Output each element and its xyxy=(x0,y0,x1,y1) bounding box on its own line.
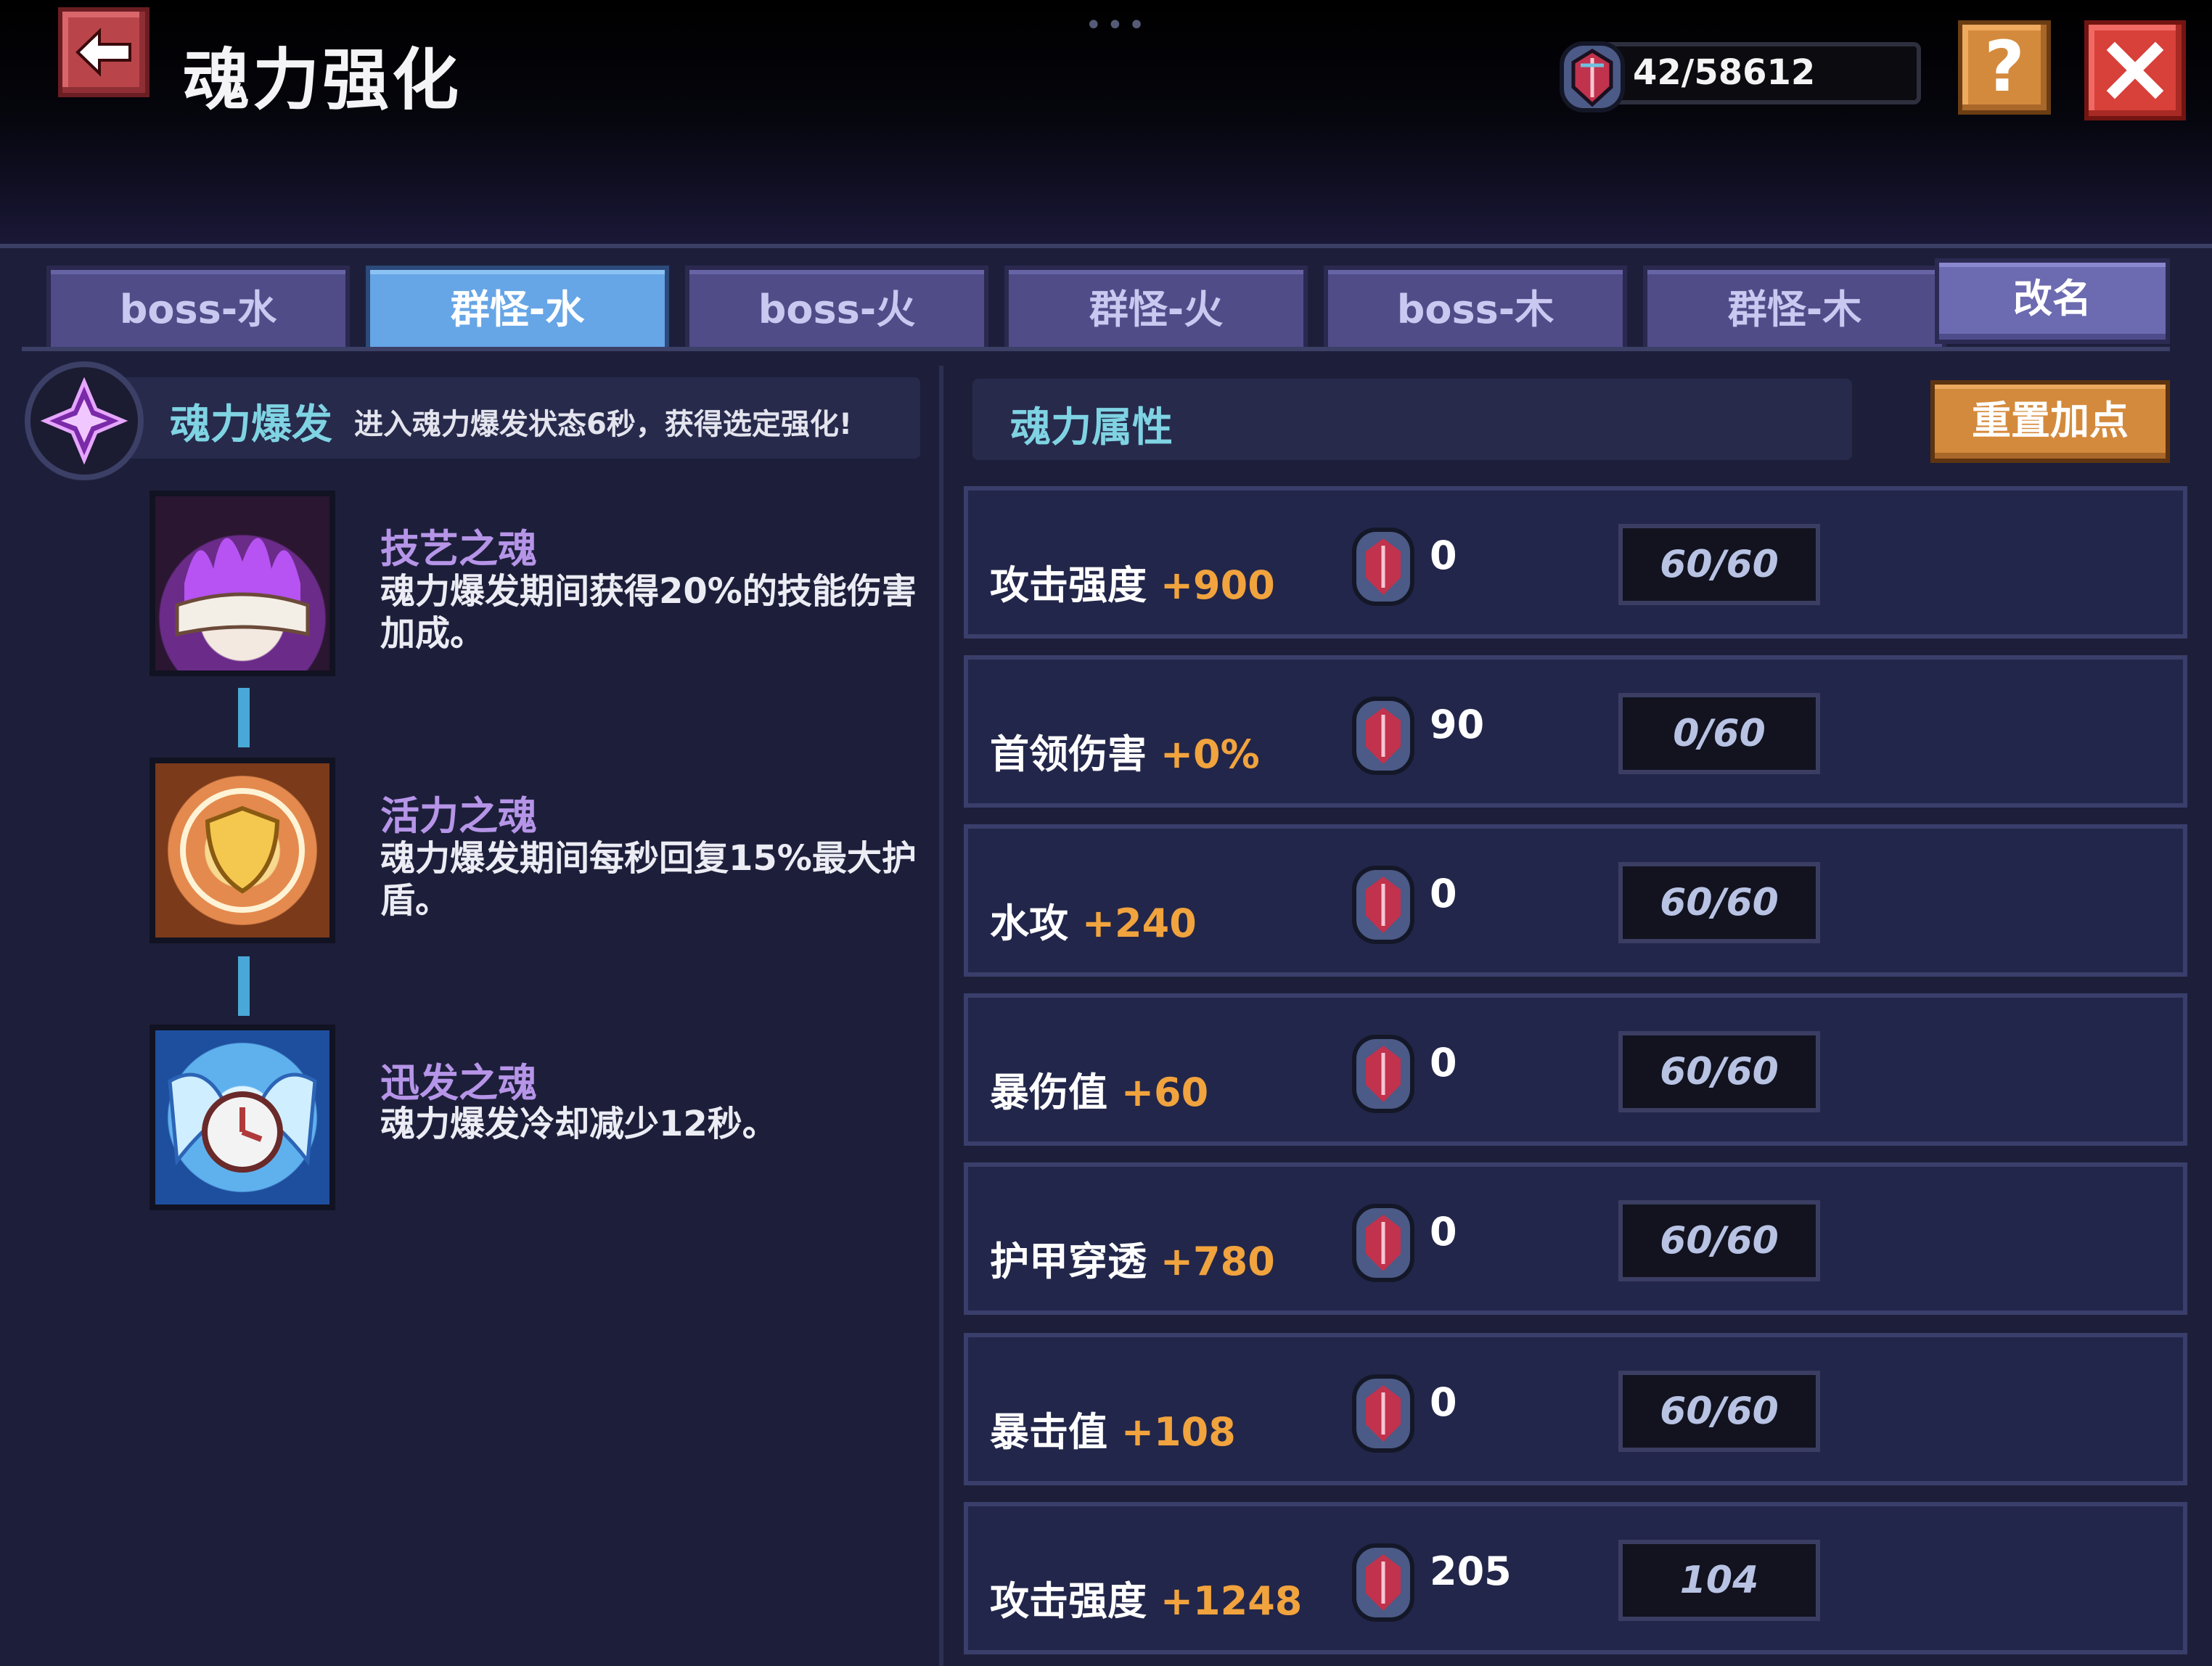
close-icon xyxy=(2106,41,2164,99)
tab-boss-wood[interactable]: boss-木 xyxy=(1324,266,1627,350)
tab-boss-water[interactable]: boss-水 xyxy=(46,266,350,350)
help-button[interactable]: ? xyxy=(1958,20,2051,115)
attribute-name: 水攻 +240 xyxy=(990,891,1197,948)
attribute-cost: 0 xyxy=(1430,533,1457,578)
attribute-cost: 0 xyxy=(1430,1379,1457,1425)
attribute-bonus: +780 xyxy=(1160,1239,1275,1284)
attribute-name: 护甲穿透 +780 xyxy=(990,1229,1275,1287)
attribute-row: 护甲穿透 +780 0 60/60 xyxy=(964,1162,2187,1315)
attribute-cost: 0 xyxy=(1430,1209,1457,1255)
attribute-row: 暴伤值 +60 0 60/60 xyxy=(964,993,2187,1146)
attribute-level-button[interactable]: 60/60 xyxy=(1618,1200,1820,1281)
soul-currency-value: 42/58612 xyxy=(1633,52,1816,93)
soul-burst-icon xyxy=(25,361,144,480)
attribute-level-button[interactable]: 60/60 xyxy=(1618,1371,1820,1452)
attribute-level-button[interactable]: 60/60 xyxy=(1618,524,1820,605)
soul-gem-icon xyxy=(1352,528,1414,606)
soul-name: 技艺之魂 xyxy=(380,526,537,572)
attribute-bonus: +240 xyxy=(1081,900,1197,946)
attribute-cost: 90 xyxy=(1430,702,1485,747)
close-button[interactable] xyxy=(2084,20,2186,120)
attribute-name: 暴伤值 +60 xyxy=(990,1060,1208,1117)
attribute-row: 暴击值 +108 0 60/60 xyxy=(964,1333,2187,1485)
soul-description: 魂力爆发冷却减少12秒。 xyxy=(380,1104,777,1144)
purple-flame-icon xyxy=(175,538,310,637)
reset-points-button[interactable]: 重置加点 xyxy=(1930,380,2170,463)
arrow-left-icon xyxy=(75,28,131,77)
page-title: 魂力强化 xyxy=(183,41,462,119)
top-bar-divider xyxy=(0,244,2212,248)
soul-burst-title: 魂力爆发 xyxy=(170,401,332,448)
attribute-row: 攻击强度 +900 0 60/60 xyxy=(964,486,2187,639)
attribute-row: 首领伤害 +0% 90 0/60 xyxy=(964,655,2187,808)
attribute-row: 水攻 +240 0 60/60 xyxy=(964,824,2187,977)
soul-gem-icon xyxy=(1352,1374,1414,1453)
soul-connector xyxy=(238,956,250,1016)
attribute-bonus: +0% xyxy=(1160,731,1260,777)
tab-mobs-water[interactable]: 群怪-水 xyxy=(366,266,669,350)
soul-description: 魂力爆发期间每秒回复15%最大护盾。 xyxy=(380,838,917,921)
tab-boss-fire[interactable]: boss-火 xyxy=(685,266,988,350)
attribute-label: 攻击强度 xyxy=(990,1578,1147,1624)
attribute-cost: 205 xyxy=(1430,1548,1512,1594)
purple-crystal-icon xyxy=(41,377,128,464)
attribute-label: 首领伤害 xyxy=(990,731,1147,777)
soul-burst-description: 进入魂力爆发状态6秒，获得选定强化! xyxy=(354,408,853,441)
tab-mobs-wood[interactable]: 群怪-木 xyxy=(1643,266,1946,350)
attribute-name: 攻击强度 +1248 xyxy=(990,1569,1302,1626)
winged-clock-icon[interactable] xyxy=(149,1025,335,1210)
attribute-name: 攻击强度 +900 xyxy=(990,553,1275,610)
soul-gem-icon xyxy=(1352,697,1414,775)
tab-mobs-fire[interactable]: 群怪-火 xyxy=(1004,266,1308,350)
purple-flame-book-icon[interactable] xyxy=(149,491,335,676)
soul-name: 活力之魂 xyxy=(380,793,537,839)
attribute-row: 攻击强度 +1248 205 104 xyxy=(964,1502,2187,1654)
attribute-bonus: +900 xyxy=(1160,562,1275,608)
attribute-cost: 0 xyxy=(1430,1040,1457,1086)
soul-gem-icon xyxy=(1352,1543,1414,1622)
attribute-label: 攻击强度 xyxy=(990,562,1147,608)
attribute-cost: 0 xyxy=(1430,871,1457,916)
attribute-name: 首领伤害 +0% xyxy=(990,722,1260,779)
soul-gem-icon xyxy=(1352,866,1414,944)
clock-icon xyxy=(168,1072,317,1173)
attribute-level-button[interactable]: 0/60 xyxy=(1618,693,1820,774)
back-button[interactable] xyxy=(58,7,149,97)
attribute-label: 暴伤值 xyxy=(990,1070,1107,1115)
attribute-level-button[interactable]: 60/60 xyxy=(1618,1031,1820,1112)
soul-gem-icon xyxy=(1352,1204,1414,1282)
golden-shield-icon[interactable] xyxy=(149,758,335,943)
attribute-label: 暴击值 xyxy=(990,1409,1107,1455)
soul-gem-icon xyxy=(1352,1035,1414,1113)
soul-name: 迅发之魂 xyxy=(380,1060,537,1106)
attribute-label: 水攻 xyxy=(990,900,1068,946)
attribute-bonus: +1248 xyxy=(1160,1578,1303,1624)
tabs-underline xyxy=(22,347,2170,351)
attribute-level-button[interactable]: 104 xyxy=(1618,1540,1820,1621)
drag-handle-icon[interactable]: ••• xyxy=(1085,9,1150,42)
attribute-bonus: +108 xyxy=(1121,1409,1236,1455)
panel-divider xyxy=(939,366,943,1666)
attribute-name: 暴击值 +108 xyxy=(990,1400,1236,1457)
attribute-bonus: +60 xyxy=(1121,1070,1209,1115)
attribute-level-button[interactable]: 60/60 xyxy=(1618,862,1820,943)
rename-button[interactable]: 改名 xyxy=(1935,258,2170,344)
attributes-header: 魂力属性 xyxy=(1010,404,1173,451)
attribute-label: 护甲穿透 xyxy=(990,1239,1147,1284)
soul-connector xyxy=(238,688,250,747)
soul-gem-icon xyxy=(1560,41,1625,112)
soul-description: 魂力爆发期间获得20%的技能伤害加成。 xyxy=(380,571,917,654)
shield-icon xyxy=(180,788,305,913)
